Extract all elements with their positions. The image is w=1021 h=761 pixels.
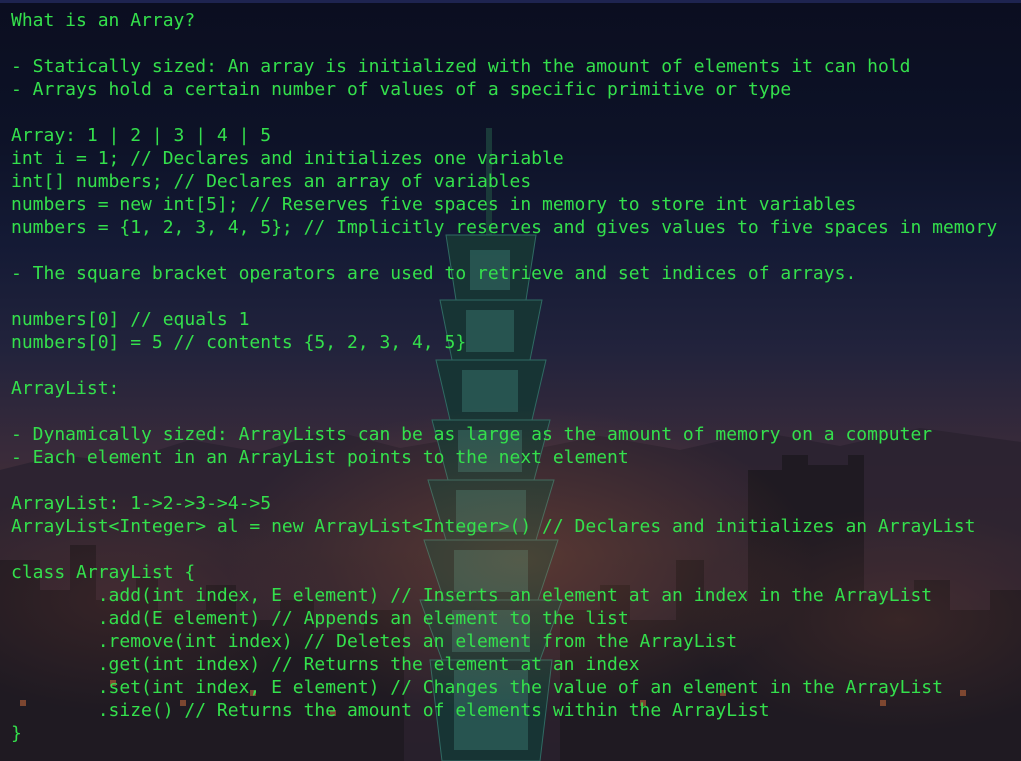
code-line: .add(int index, E element) // Inserts an… bbox=[11, 585, 933, 606]
code-line: .size() // Returns the amount of element… bbox=[11, 700, 770, 721]
code-line: numbers = new int[5]; // Reserves five s… bbox=[11, 194, 857, 215]
code-line: numbers[0] = 5 // contents {5, 2, 3, 4, … bbox=[11, 332, 467, 353]
code-line: - Dynamically sized: ArrayLists can be a… bbox=[11, 424, 933, 445]
code-line: .set(int index, E element) // Changes th… bbox=[11, 677, 943, 698]
code-line: .get(int index) // Returns the element a… bbox=[11, 654, 640, 675]
code-line: numbers = {1, 2, 3, 4, 5}; // Implicitly… bbox=[11, 217, 998, 238]
code-line: ArrayList<Integer> al = new ArrayList<In… bbox=[11, 516, 976, 537]
code-line: - Statically sized: An array is initiali… bbox=[11, 56, 911, 77]
code-line: class ArrayList { bbox=[11, 562, 196, 583]
terminal-text-output[interactable]: What is an Array? - Statically sized: An … bbox=[11, 9, 1019, 745]
code-line: int i = 1; // Declares and initializes o… bbox=[11, 148, 564, 169]
code-line: } bbox=[11, 723, 22, 744]
code-line: Array: 1 | 2 | 3 | 4 | 5 bbox=[11, 125, 272, 146]
code-line: ArrayList: 1->2->3->4->5 bbox=[11, 493, 272, 514]
code-line: int[] numbers; // Declares an array of v… bbox=[11, 171, 532, 192]
code-line: - Each element in an ArrayList points to… bbox=[11, 447, 629, 468]
code-line: - The square bracket operators are used … bbox=[11, 263, 857, 284]
terminal-window[interactable]: What is an Array? - Statically sized: An … bbox=[0, 0, 1021, 761]
code-line: - Arrays hold a certain number of values… bbox=[11, 79, 792, 100]
code-line: numbers[0] // equals 1 bbox=[11, 309, 250, 330]
code-line: .remove(int index) // Deletes an element… bbox=[11, 631, 738, 652]
code-line: ArrayList: bbox=[11, 378, 120, 399]
code-line: What is an Array? bbox=[11, 10, 196, 31]
code-line: .add(E element) // Appends an element to… bbox=[11, 608, 629, 629]
